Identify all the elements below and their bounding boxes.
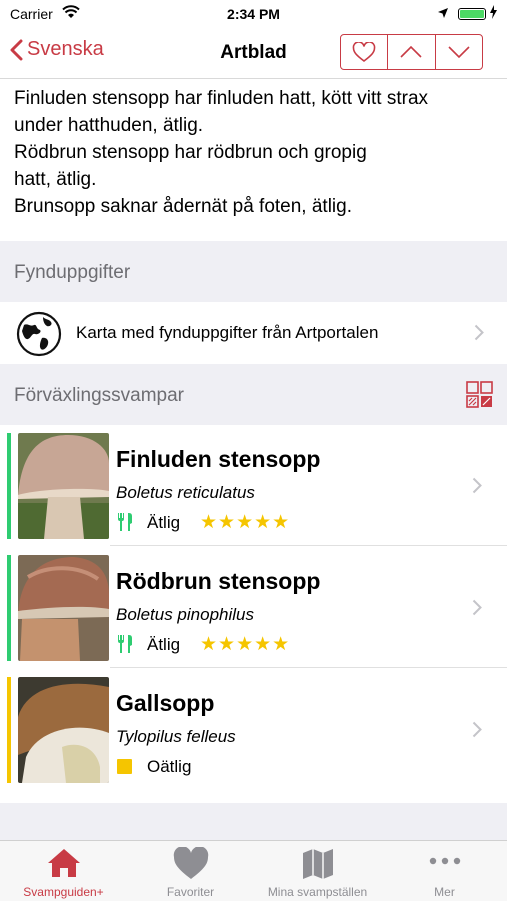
- mushroom-photo: [18, 677, 109, 783]
- edibility-color-bar: [7, 677, 11, 783]
- compare-grid-icon[interactable]: [466, 381, 493, 413]
- mushroom-name: Gallsopp: [116, 690, 215, 716]
- chevron-down-icon: [448, 46, 470, 59]
- tab-bar: Svampguiden+ Favoriter Mina svampställen…: [0, 840, 507, 901]
- lookalike-item-gallsopp[interactable]: Gallsopp Tylopilus felleus Oätlig: [0, 669, 507, 790]
- lookalike-item-finluden-stensopp[interactable]: Finluden stensopp Boletus reticulatus Ät…: [0, 425, 507, 546]
- map-findings-label: Karta med fynduppgifter från Artportalen: [76, 323, 379, 342]
- tab-label: Mina svampställen: [267, 885, 368, 899]
- findings-section-title: Fynduppgifter: [14, 262, 131, 283]
- edibility-label: Ätlig: [147, 513, 181, 532]
- chevron-up-icon: [400, 45, 423, 58]
- mushroom-name: Rödbrun stensopp: [116, 568, 321, 594]
- favorite-button[interactable]: [341, 35, 389, 69]
- chevron-right-icon: [472, 599, 482, 621]
- nav-segmented-control: [340, 34, 483, 70]
- tab-favoriter[interactable]: Favoriter: [127, 841, 254, 901]
- mushroom-latin-name: Boletus reticulatus: [116, 483, 255, 502]
- tab-label: Mer: [434, 885, 455, 899]
- fork-knife-icon: [117, 512, 133, 537]
- heart-outline-icon: [352, 41, 376, 62]
- description-line: hatt, ätlig.: [14, 169, 97, 190]
- lookalikes-section-header: Förväxlingssvampar: [0, 365, 507, 425]
- description-text: Finluden stensopp har finluden hatt, köt…: [0, 79, 507, 241]
- clock: 2:34 PM: [227, 6, 280, 22]
- heart-icon: [127, 847, 254, 881]
- rating-stars: ★★★★★: [200, 634, 291, 655]
- globe-icon: [16, 311, 62, 362]
- description-line: under hatthuden, ätlig.: [14, 115, 204, 136]
- inedible-square-icon: [117, 756, 133, 781]
- mushroom-latin-name: Boletus pinophilus: [116, 605, 254, 624]
- row-divider: [110, 667, 507, 668]
- charging-bolt-icon: [490, 5, 497, 22]
- chevron-right-icon: [472, 477, 482, 499]
- home-icon: [0, 847, 127, 879]
- map-icon: [254, 847, 381, 881]
- edibility-label: Oätlig: [147, 757, 192, 776]
- edibility-color-bar: [7, 555, 11, 661]
- previous-button[interactable]: [388, 35, 436, 69]
- mushroom-name: Finluden stensopp: [116, 446, 321, 472]
- tab-label: Favoriter: [166, 885, 215, 899]
- status-bar: Carrier 2:34 PM: [0, 0, 507, 28]
- row-divider: [110, 545, 507, 546]
- map-findings-row[interactable]: Karta med fynduppgifter från Artportalen: [0, 302, 507, 364]
- findings-section-header: Fynduppgifter: [0, 242, 507, 302]
- tab-svampguiden[interactable]: Svampguiden+: [0, 841, 127, 901]
- mushroom-photo: [18, 433, 109, 539]
- mushroom-photo: [18, 555, 109, 661]
- lookalikes-list: Finluden stensopp Boletus reticulatus Ät…: [0, 425, 507, 803]
- description-line: Rödbrun stensopp har rödbrun och gropig: [14, 142, 367, 163]
- battery-icon: [458, 8, 486, 20]
- edibility-color-bar: [7, 433, 11, 539]
- mushroom-latin-name: Tylopilus felleus: [116, 727, 236, 746]
- edibility-label: Ätlig: [147, 635, 181, 654]
- fork-knife-icon: [117, 634, 133, 659]
- next-button[interactable]: [436, 35, 482, 69]
- navigation-bar: Svenska Artblad: [0, 28, 507, 79]
- lookalike-item-rodbrun-stensopp[interactable]: Rödbrun stensopp Boletus pinophilus Ätli…: [0, 547, 507, 668]
- location-arrow-icon: [437, 6, 449, 22]
- chevron-right-icon: [472, 721, 482, 743]
- description-line: Finluden stensopp har finluden hatt, köt…: [14, 88, 429, 109]
- tab-mer[interactable]: Mer: [381, 841, 507, 901]
- chevron-right-icon: [474, 324, 484, 346]
- rating-stars: ★★★★★: [200, 512, 291, 533]
- description-line: Brunsopp saknar ådernät på foten, ätlig.: [14, 196, 353, 217]
- more-icon: [381, 857, 507, 865]
- tab-label: Svampguiden+: [23, 885, 104, 899]
- tab-mina-svampstallen[interactable]: Mina svampställen: [254, 841, 381, 901]
- lookalikes-section-title: Förväxlingssvampar: [14, 385, 184, 406]
